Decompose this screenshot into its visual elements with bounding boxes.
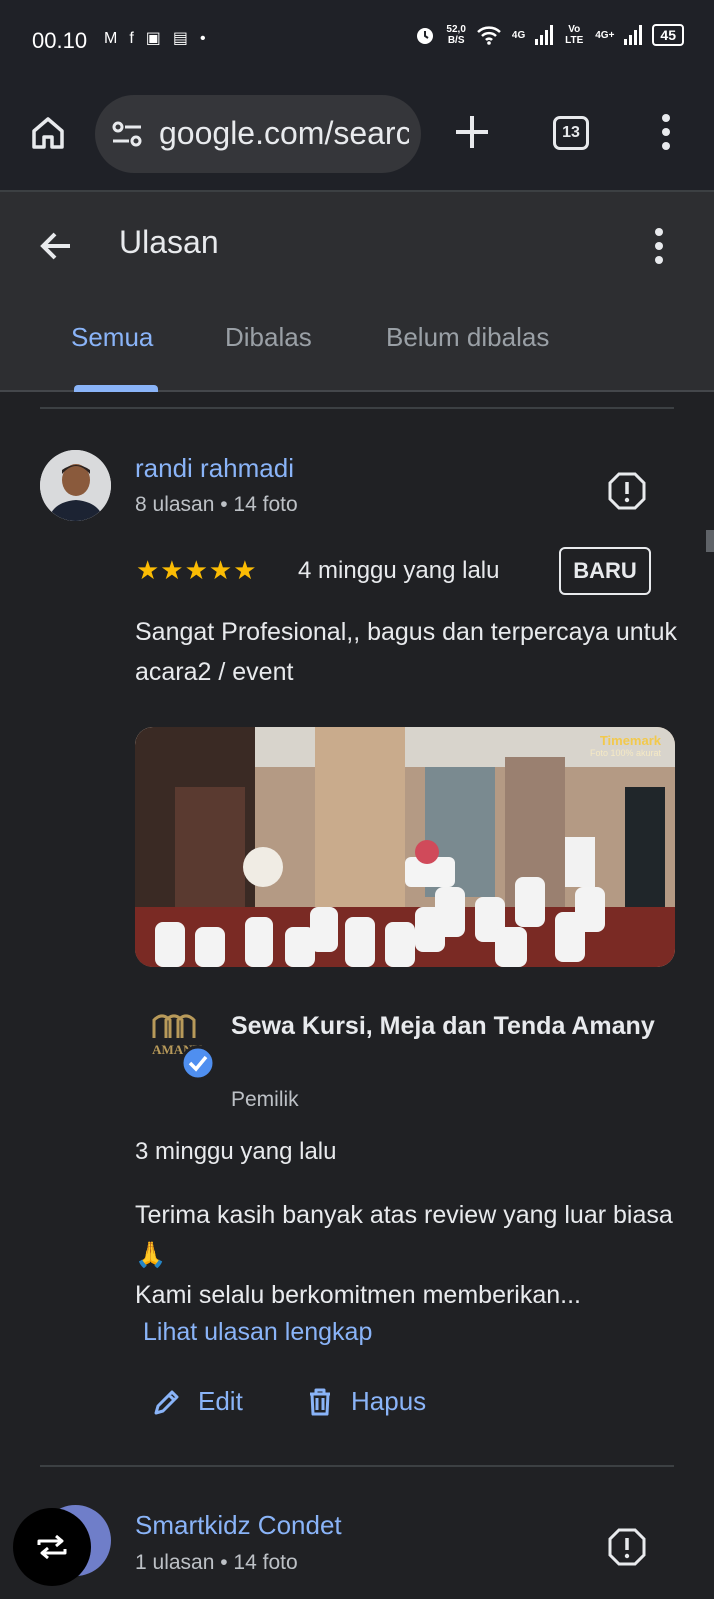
new-tab-icon[interactable]: [452, 112, 492, 152]
report-icon[interactable]: [608, 472, 646, 510]
signal-bars-icon: [535, 25, 554, 45]
signal-bars-icon-2: [624, 25, 643, 45]
tab-switcher-button[interactable]: 13: [553, 116, 589, 150]
wifi-icon: [477, 26, 501, 45]
review-text: Sangat Profesional,, bagus dan terpercay…: [135, 618, 678, 686]
avatar[interactable]: [40, 450, 111, 521]
review-photo[interactable]: Timemark Foto 100% akurat: [135, 727, 675, 967]
back-arrow-icon[interactable]: [36, 226, 76, 266]
home-icon[interactable]: [28, 113, 68, 153]
tab-replied[interactable]: Dibalas: [225, 322, 312, 353]
review-author[interactable]: randi rahmadi: [135, 453, 294, 484]
avatar-photo: [40, 450, 111, 521]
net-speed: 52,0 B/S: [446, 24, 465, 46]
report-icon[interactable]: [608, 1528, 646, 1566]
status-bar: 00.10 M f ▣ ▤ • 52,0 B/S 4G Vo LTE 4G+ 45: [0, 0, 714, 80]
facebook-icon: f: [129, 30, 134, 47]
dot-icon: •: [200, 30, 206, 47]
delete-button[interactable]: Hapus: [305, 1386, 426, 1417]
reply-text-line1: Terima kasih banyak atas review yang lua…: [135, 1201, 673, 1269]
scrollbar[interactable]: [706, 530, 714, 552]
photo-watermark-sub: Foto 100% akurat: [589, 748, 661, 758]
url-text[interactable]: google.com/search: [159, 115, 409, 152]
review-author[interactable]: Smartkidz Condet: [135, 1510, 342, 1541]
trash-icon: [310, 1388, 330, 1415]
owner-role: Pemilik: [231, 1088, 299, 1111]
signal-1: 4G: [512, 30, 525, 41]
signal-2-label: 4G+: [595, 29, 615, 41]
review-author-meta: 1 ulasan • 14 foto: [135, 1551, 298, 1574]
photo-watermark-text: Timemark: [599, 733, 661, 748]
reviews-header: Ulasan Semua Dibalas Belum dibalas: [0, 190, 714, 392]
delete-label: Hapus: [351, 1386, 427, 1416]
alarm-icon: [417, 28, 434, 44]
review-time: 4 minggu yang lalu: [298, 557, 500, 584]
address-bar[interactable]: google.com/search: [95, 95, 421, 173]
gmail-icon: M: [104, 30, 118, 47]
browser-menu-icon[interactable]: [654, 112, 678, 152]
briefcase-icon: ▣: [145, 30, 161, 47]
page-title: Ulasan: [119, 224, 219, 260]
battery-indicator: 45: [652, 24, 684, 46]
verified-badge-icon: [180, 1045, 216, 1081]
reply-time: 3 minggu yang lalu: [135, 1138, 337, 1165]
photo-watermark: Timemark Foto 100% akurat: [590, 733, 661, 758]
app-icon: ▤: [172, 30, 189, 47]
pencil-icon: [154, 1390, 179, 1414]
signal-2: 4G+: [595, 30, 614, 41]
tab-all[interactable]: Semua: [71, 322, 153, 353]
swap-icon: [37, 1534, 67, 1560]
net-speed-value: 52,0: [446, 24, 466, 35]
site-settings-icon[interactable]: [111, 119, 143, 149]
list-divider: [40, 407, 674, 409]
signal-1-label: 4G: [511, 29, 526, 41]
edit-button[interactable]: Edit: [152, 1386, 243, 1417]
review-photo-image: [135, 727, 675, 967]
reply-text: Terima kasih banyak atas review yang lua…: [135, 1195, 690, 1315]
volte-label: Vo LTE: [565, 24, 584, 46]
see-full-review-link[interactable]: Lihat ulasan lengkap: [143, 1318, 372, 1347]
review-author-meta: 8 ulasan • 14 foto: [135, 493, 298, 516]
owner-name[interactable]: Sewa Kursi, Meja dan Tenda Amany: [231, 1005, 671, 1047]
net-speed-unit: B/S: [447, 35, 465, 46]
list-divider: [40, 1465, 674, 1467]
status-right: 52,0 B/S 4G Vo LTE 4G+ 45: [414, 24, 684, 46]
floating-switch-button[interactable]: [13, 1508, 91, 1586]
reply-text-line2: Kami selalu berkomitmen memberikan...: [135, 1281, 581, 1309]
new-badge: BARU: [559, 547, 651, 595]
status-time: 00.10: [32, 28, 88, 53]
more-options-icon[interactable]: [647, 226, 671, 266]
notification-icons: M f ▣ ▤ •: [104, 28, 206, 50]
star-rating: ★★★★★: [136, 555, 258, 585]
tab-unreplied[interactable]: Belum dibalas: [386, 322, 549, 353]
edit-label: Edit: [198, 1386, 243, 1416]
browser-toolbar: google.com/search 13: [0, 80, 714, 190]
active-tab-indicator: [74, 385, 158, 392]
